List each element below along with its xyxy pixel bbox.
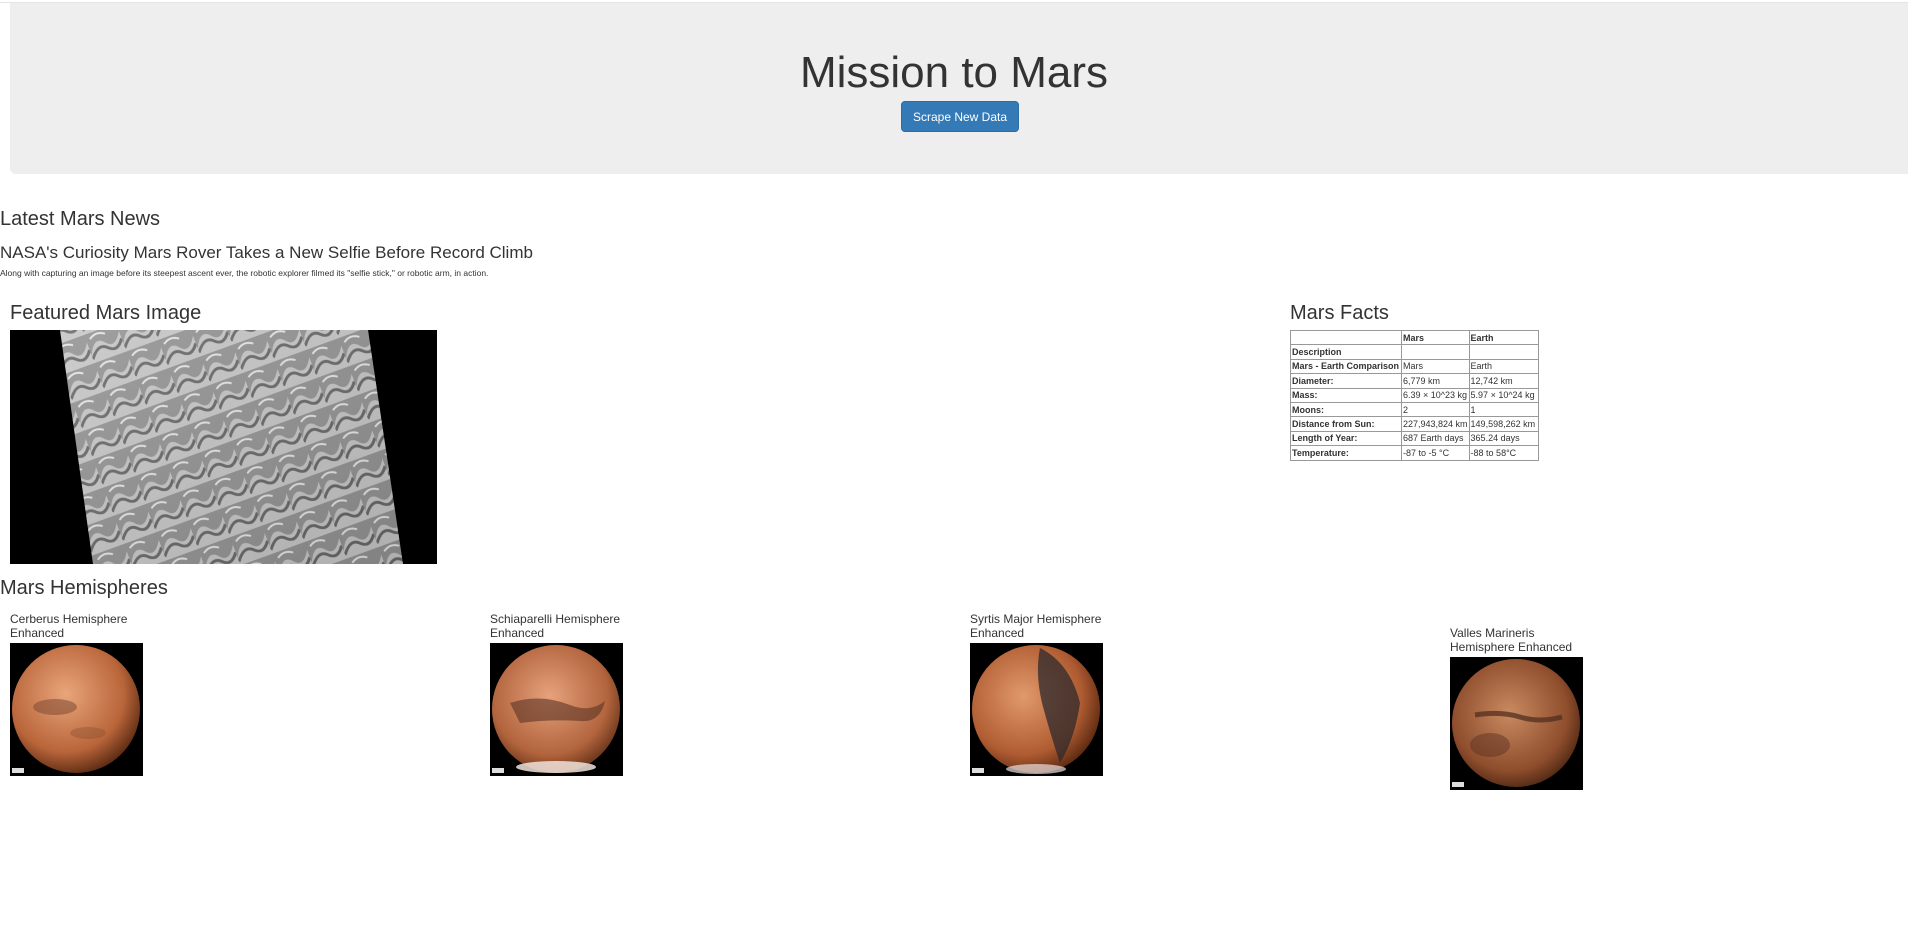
table-index-row: Description [1290,344,1539,360]
hemisphere-image-syrtis-major[interactable] [970,643,1103,776]
news-heading: Latest Mars News [0,208,161,230]
hemisphere-title: Valles Marineris Hemisphere Enhanced [1450,626,1573,654]
table-row: Temperature: -87 to -5 °C -88 to 58°C [1290,445,1539,461]
table-row: Moons: 2 1 [1290,401,1539,418]
featured-image-heading: Featured Mars Image [10,302,202,324]
mars-facts-table: Mars Earth Description Mars - Earth Comp… [1290,329,1539,461]
mars-facts-heading: Mars Facts [1290,302,1389,324]
news-title: NASA's Curiosity Mars Rover Takes a New … [0,243,533,262]
hemisphere-card-syrtis-major: Syrtis Major Hemisphere Enhanced [970,612,1120,776]
table-row: Mass: 6.39 × 10^23 kg 5.97 × 10^24 kg [1290,387,1539,403]
hemisphere-card-cerberus: Cerberus Hemisphere Enhanced [10,612,160,776]
hemisphere-title: Syrtis Major Hemisphere Enhanced [970,612,1102,640]
hemisphere-image-schiaparelli[interactable] [490,643,623,776]
table-header-cell: Mars [1401,329,1470,346]
scrape-new-data-button[interactable]: Scrape New Data [901,101,1019,132]
hemisphere-card-valles-marineris: Valles Marineris Hemisphere Enhanced [1450,626,1600,790]
table-header-cell: Earth [1468,329,1539,346]
page-title: Mission to Mars [799,48,1109,97]
hemispheres-heading: Mars Hemispheres [0,577,168,599]
table-row: Distance from Sun: 227,943,824 km 149,598,… [1290,416,1539,432]
table-header-row: Mars Earth [1290,329,1539,346]
hemisphere-title: Cerberus Hemisphere Enhanced [10,612,128,640]
hemisphere-image-cerberus[interactable] [10,643,143,776]
table-row: Diameter: 6,779 km 12,742 km [1290,373,1539,389]
featured-mars-image [10,330,437,564]
jumbotron: Mission to Mars [10,3,1908,174]
table-index-label: Description [1290,344,1402,360]
table-row: Mars - Earth Comparison Mars Earth [1290,358,1539,375]
hemisphere-title: Schiaparelli Hemisphere Enhanced [490,612,621,640]
table-row: Length of Year: 687 Earth days 365.24 days [1290,430,1539,447]
news-paragraph: Along with capturing an image before its… [0,268,489,278]
hemisphere-card-schiaparelli: Schiaparelli Hemisphere Enhanced [490,612,640,776]
hemisphere-image-valles-marineris[interactable] [1450,657,1583,790]
table-header-cell [1290,329,1402,346]
